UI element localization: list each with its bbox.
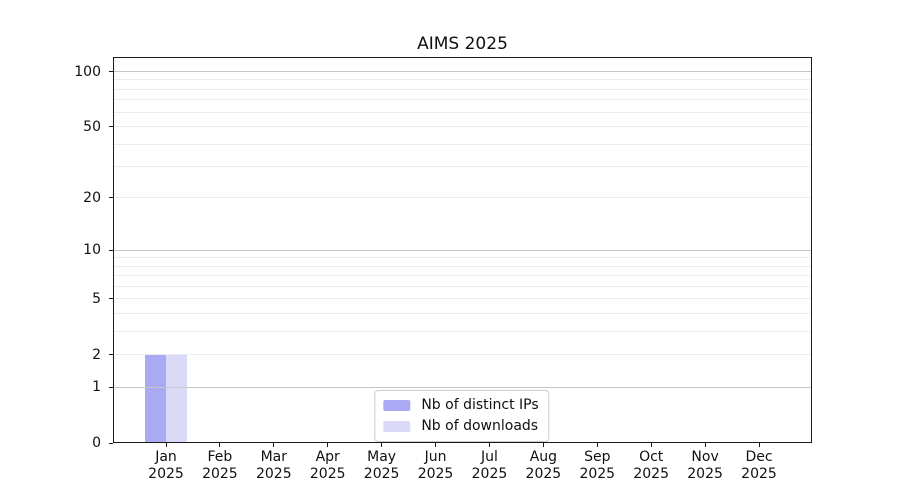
legend-item-downloads: Nb of downloads xyxy=(383,418,538,434)
y-tick-label: 0 xyxy=(92,435,101,451)
chart-title: AIMS 2025 xyxy=(417,34,508,54)
y-tick-label: 2 xyxy=(92,346,101,363)
x-tick-mark xyxy=(704,443,706,447)
x-tick-mark xyxy=(650,443,652,447)
y-tick-label: 1 xyxy=(92,379,101,396)
y-tick-mark xyxy=(109,442,113,444)
legend-label-downloads: Nb of downloads xyxy=(421,418,539,434)
x-tick-mark xyxy=(758,443,760,447)
x-tick-label-line: Dec xyxy=(745,449,773,465)
x-tick-mark xyxy=(273,443,275,447)
y-tick-mark xyxy=(109,197,113,199)
y-tick-mark xyxy=(109,126,113,128)
x-tick-mark xyxy=(488,443,490,447)
legend-item-distinct-ips: Nb of distinct IPs xyxy=(383,397,539,413)
bar-chart: AIMS 2025 Nb of distinct IPs Nb of downl… xyxy=(0,0,900,500)
x-tick-mark xyxy=(381,443,383,447)
x-tick-mark xyxy=(219,443,221,447)
y-tick-mark xyxy=(109,386,113,388)
x-tick-mark xyxy=(542,443,544,447)
y-tick-label: 5 xyxy=(92,290,101,307)
y-tick-label: 20 xyxy=(83,189,101,206)
y-tick-label: 100 xyxy=(74,63,101,80)
x-tick-mark xyxy=(596,443,598,447)
x-tick-label-line: 2025 xyxy=(741,466,777,482)
y-tick-label: 50 xyxy=(83,118,101,135)
y-tick-mark xyxy=(109,298,113,300)
x-tick-label: Dec 2025 xyxy=(727,449,791,483)
legend-swatch-downloads xyxy=(383,420,411,432)
x-tick-mark xyxy=(435,443,437,447)
legend: Nb of distinct IPs Nb of downloads xyxy=(374,390,550,442)
y-tick-mark xyxy=(109,354,113,356)
y-tick-label: 10 xyxy=(83,242,101,258)
x-tick-mark xyxy=(327,443,329,447)
legend-label-distinct-ips: Nb of distinct IPs xyxy=(421,397,539,413)
y-tick-mark xyxy=(109,249,113,251)
legend-swatch-distinct-ips xyxy=(383,399,411,411)
plot-frame xyxy=(113,57,812,443)
y-tick-mark xyxy=(109,71,113,73)
x-tick-mark xyxy=(165,443,167,447)
